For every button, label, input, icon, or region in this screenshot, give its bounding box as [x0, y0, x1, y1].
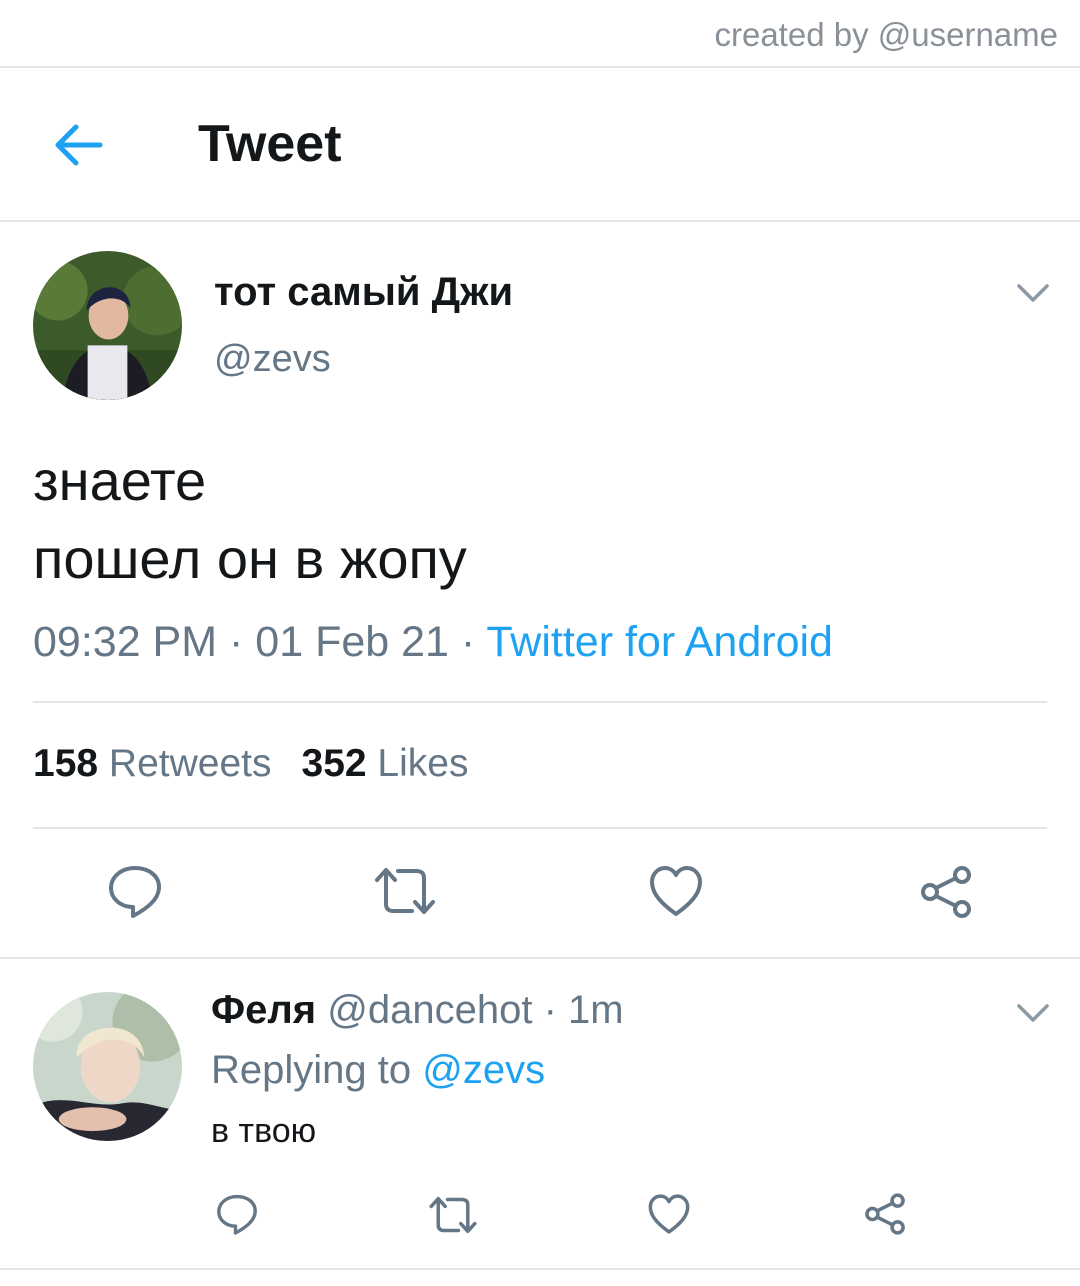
retweet-button[interactable] — [372, 864, 438, 918]
divider — [33, 827, 1047, 829]
tweet-text-line: пошел он в жопу — [33, 527, 467, 590]
divider — [0, 66, 1080, 68]
author-avatar[interactable] — [33, 251, 182, 400]
chevron-down-icon — [1017, 1004, 1049, 1022]
credit-watermark: created by @username — [714, 16, 1058, 53]
replying-to: Replying to @zevs — [211, 1048, 545, 1093]
tweet-date: 01 Feb 21 — [255, 618, 449, 666]
separator-dot: · — [543, 988, 557, 1032]
reply-text: в твою — [211, 1112, 317, 1150]
tweet-text-line: знаете — [33, 449, 207, 512]
retweet-icon — [429, 1196, 477, 1234]
divider — [0, 220, 1080, 222]
reply-share-button[interactable] — [863, 1192, 907, 1236]
separator-dot: · — [460, 618, 487, 666]
chevron-down-icon — [1017, 284, 1049, 302]
like-icon — [650, 866, 702, 916]
reply-icon — [217, 1194, 257, 1235]
author-name[interactable]: тот самый Джи — [214, 270, 513, 315]
replying-to-label: Replying to — [211, 1048, 412, 1092]
retweets-label: Retweets — [108, 742, 272, 785]
likes-label: Likes — [377, 742, 469, 785]
reply-retweet-button[interactable] — [427, 1194, 479, 1236]
page-title: Tweet — [198, 115, 342, 173]
share-icon — [921, 866, 971, 918]
likes-count: 352 — [301, 742, 367, 785]
reply-header: Феля @dancehot · 1m — [211, 988, 624, 1033]
author-handle[interactable]: @zevs — [214, 338, 331, 381]
reply-author-handle[interactable]: @dancehot — [327, 988, 532, 1032]
likes-stat[interactable]: 352 Likes — [302, 742, 469, 785]
retweet-icon — [375, 868, 435, 914]
tweet-source-link[interactable]: Twitter for Android — [486, 618, 833, 666]
avatar-photo — [33, 251, 182, 400]
reply-button[interactable] — [106, 862, 164, 920]
share-button[interactable] — [918, 864, 974, 920]
like-icon — [648, 1194, 690, 1234]
tweet-stats: 158 Retweets 352 Likes — [33, 742, 468, 786]
tweet-menu-button[interactable] — [1016, 282, 1050, 304]
retweets-stat[interactable]: 158 Retweets — [33, 742, 272, 785]
reply-menu-button[interactable] — [1016, 1002, 1050, 1024]
back-arrow-icon — [55, 124, 103, 166]
replying-to-mention[interactable]: @zevs — [422, 1048, 545, 1092]
separator-dot: · — [229, 618, 256, 666]
reply-author-avatar[interactable] — [33, 992, 182, 1141]
reply-time: 1m — [568, 988, 624, 1032]
like-button[interactable] — [648, 864, 704, 918]
retweets-count: 158 — [33, 742, 99, 785]
reply-author-name[interactable]: Феля — [211, 988, 316, 1032]
divider — [0, 957, 1080, 959]
divider — [33, 701, 1047, 703]
reply-like-button[interactable] — [647, 1193, 691, 1235]
back-button[interactable] — [50, 120, 106, 170]
reply-reply-button[interactable] — [215, 1192, 259, 1236]
reply-icon — [109, 866, 161, 918]
tweet-time: 09:32 PM — [33, 618, 218, 666]
share-icon — [865, 1193, 905, 1235]
avatar-photo — [33, 992, 182, 1141]
divider — [0, 1268, 1080, 1270]
tweet-meta: 09:32 PM · 01 Feb 21 · Twitter for Andro… — [33, 618, 833, 667]
